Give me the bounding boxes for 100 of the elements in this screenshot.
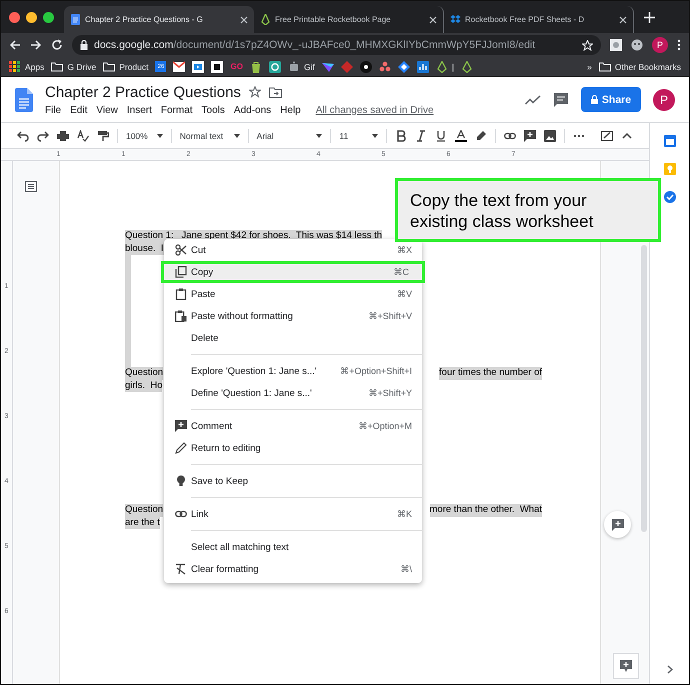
check-icon[interactable] bbox=[664, 191, 676, 203]
image-icon[interactable] bbox=[544, 130, 556, 142]
undo-icon[interactable] bbox=[17, 130, 29, 142]
close-icon[interactable] bbox=[619, 16, 627, 24]
square-icon[interactable] bbox=[211, 60, 224, 72]
folder-icon[interactable] bbox=[268, 86, 282, 98]
lock-icon bbox=[80, 40, 88, 50]
leaf-icon[interactable] bbox=[461, 60, 474, 72]
calendar-icon[interactable] bbox=[664, 135, 676, 147]
spellcheck-icon[interactable] bbox=[77, 130, 89, 142]
bookmark[interactable]: G Drive bbox=[51, 60, 96, 72]
bookmark[interactable]: Product bbox=[103, 60, 148, 72]
mail-icon[interactable] bbox=[173, 60, 186, 72]
new-tab-icon[interactable] bbox=[644, 12, 655, 22]
italic-icon[interactable] bbox=[415, 130, 428, 142]
star-icon[interactable] bbox=[248, 86, 261, 98]
menu-item[interactable]: Copy ⌘C bbox=[161, 261, 425, 283]
close-icon[interactable] bbox=[240, 16, 248, 24]
menu-item[interactable]: Edit bbox=[70, 104, 88, 116]
menu-item[interactable]: Return to editing bbox=[164, 437, 422, 459]
add-comment-button[interactable] bbox=[613, 653, 639, 679]
folder-icon bbox=[103, 60, 116, 72]
menu-item[interactable]: Clear formatting ⌘\ bbox=[164, 558, 422, 580]
menu-item[interactable]: Paste ⌘V bbox=[164, 283, 422, 305]
forward-icon[interactable] bbox=[30, 39, 42, 51]
document-text: are the t bbox=[125, 516, 160, 529]
menu-item[interactable]: Help bbox=[280, 104, 301, 116]
outline-icon[interactable] bbox=[25, 181, 37, 192]
highlighter-icon[interactable] bbox=[475, 130, 488, 142]
comment-icon[interactable] bbox=[553, 92, 569, 108]
document-text: blouse. I bbox=[125, 242, 164, 255]
robot-icon bbox=[288, 60, 300, 72]
menu-item[interactable]: Link ⌘K bbox=[164, 503, 422, 525]
document-title[interactable]: Chapter 2 Practice Questions bbox=[45, 84, 241, 100]
menu-item[interactable]: Format bbox=[160, 104, 193, 116]
circle-icon[interactable] bbox=[268, 60, 281, 72]
caret-icon bbox=[234, 134, 240, 138]
diamond-icon[interactable] bbox=[398, 60, 410, 72]
document-text: more than the other. What bbox=[430, 504, 542, 516]
more-bookmarks-button[interactable]: » bbox=[587, 62, 592, 72]
play-icon[interactable] bbox=[192, 60, 204, 72]
bookmark[interactable]: | bbox=[436, 60, 454, 72]
document-text: Question bbox=[125, 504, 164, 516]
chart-icon[interactable] bbox=[416, 60, 429, 72]
more-icon[interactable] bbox=[677, 39, 681, 51]
menu-item[interactable]: Insert bbox=[126, 104, 152, 116]
profile-avatar[interactable]: P bbox=[652, 37, 668, 53]
paint-format-icon[interactable] bbox=[97, 130, 109, 142]
menu-item[interactable]: Comment ⌘+Option+M bbox=[164, 415, 422, 437]
back-icon[interactable] bbox=[9, 39, 21, 51]
menu-item[interactable]: Paste without formatting ⌘+Shift+V bbox=[164, 305, 422, 327]
address-bar[interactable]: docs.google.com/document/d/1s7pZ4OWv_-uJBAFce0_MHMXGKlIYbCmmWpY5FJJomI8/edit bbox=[72, 35, 601, 55]
menu-item[interactable]: Save to Keep bbox=[164, 470, 422, 492]
reload-icon[interactable] bbox=[51, 39, 63, 51]
document-text: four times the number of bbox=[439, 367, 542, 380]
menu-item[interactable]: File bbox=[45, 104, 62, 116]
menu-item[interactable]: Define 'Question 1: Jane s...' ⌘+Shift+Y bbox=[164, 382, 422, 404]
scissors-icon bbox=[175, 244, 187, 256]
print-icon[interactable] bbox=[57, 130, 69, 142]
menu-item[interactable]: View bbox=[96, 104, 118, 116]
link-icon bbox=[175, 508, 187, 520]
add-comment-icon[interactable] bbox=[524, 130, 536, 142]
document-text: girls. Ho bbox=[125, 380, 162, 392]
bookmark[interactable]: Apps bbox=[9, 60, 44, 72]
bookmark[interactable]: Gif bbox=[288, 60, 315, 72]
underline-icon[interactable] bbox=[435, 130, 448, 142]
close-icon[interactable] bbox=[429, 16, 437, 24]
bulb-icon bbox=[175, 475, 187, 487]
window-control[interactable] bbox=[9, 12, 20, 22]
menu-item[interactable]: Explore 'Question 1: Jane s...' ⌘+Option+Shift+I bbox=[164, 360, 422, 382]
dropdown[interactable]: Arial bbox=[256, 130, 322, 140]
profile-avatar[interactable]: P bbox=[653, 88, 675, 110]
window-control[interactable] bbox=[43, 12, 54, 22]
dots-icon[interactable] bbox=[378, 60, 391, 72]
menu-item[interactable]: Tools bbox=[202, 104, 225, 116]
menu-item[interactable]: Select all matching text bbox=[164, 536, 422, 558]
bag-icon[interactable] bbox=[250, 60, 262, 72]
caret-icon bbox=[156, 134, 163, 138]
bookmark[interactable]: Other Bookmarks bbox=[598, 60, 681, 72]
leaf-icon bbox=[260, 14, 271, 25]
share-button[interactable]: Share bbox=[581, 87, 641, 112]
trend-icon[interactable] bbox=[525, 94, 541, 104]
ribbon-icon[interactable] bbox=[322, 60, 334, 72]
disc-icon[interactable] bbox=[360, 60, 372, 72]
add-comment-icon bbox=[612, 518, 624, 530]
chevron-right-icon[interactable] bbox=[666, 665, 672, 674]
browser-tab[interactable]: Chapter 2 Practice Questions - G bbox=[64, 6, 254, 33]
menu-item[interactable]: Delete bbox=[164, 327, 422, 349]
extension-icon[interactable] bbox=[631, 39, 643, 51]
dropdown[interactable]: 11 bbox=[339, 130, 378, 140]
dropdown[interactable]: Normal text bbox=[180, 130, 240, 140]
save-status-link[interactable]: All changes saved in Drive bbox=[316, 104, 434, 116]
scrollbar-thumb[interactable] bbox=[641, 245, 647, 532]
dropdown[interactable]: 100% bbox=[126, 130, 163, 140]
editing-mode-icon[interactable] bbox=[601, 130, 614, 142]
menu-item[interactable]: Add-ons bbox=[234, 104, 272, 116]
text-color-icon[interactable] bbox=[455, 130, 468, 142]
redo-icon[interactable] bbox=[37, 130, 49, 142]
bold-icon[interactable] bbox=[395, 130, 408, 142]
window-control[interactable] bbox=[26, 12, 37, 22]
